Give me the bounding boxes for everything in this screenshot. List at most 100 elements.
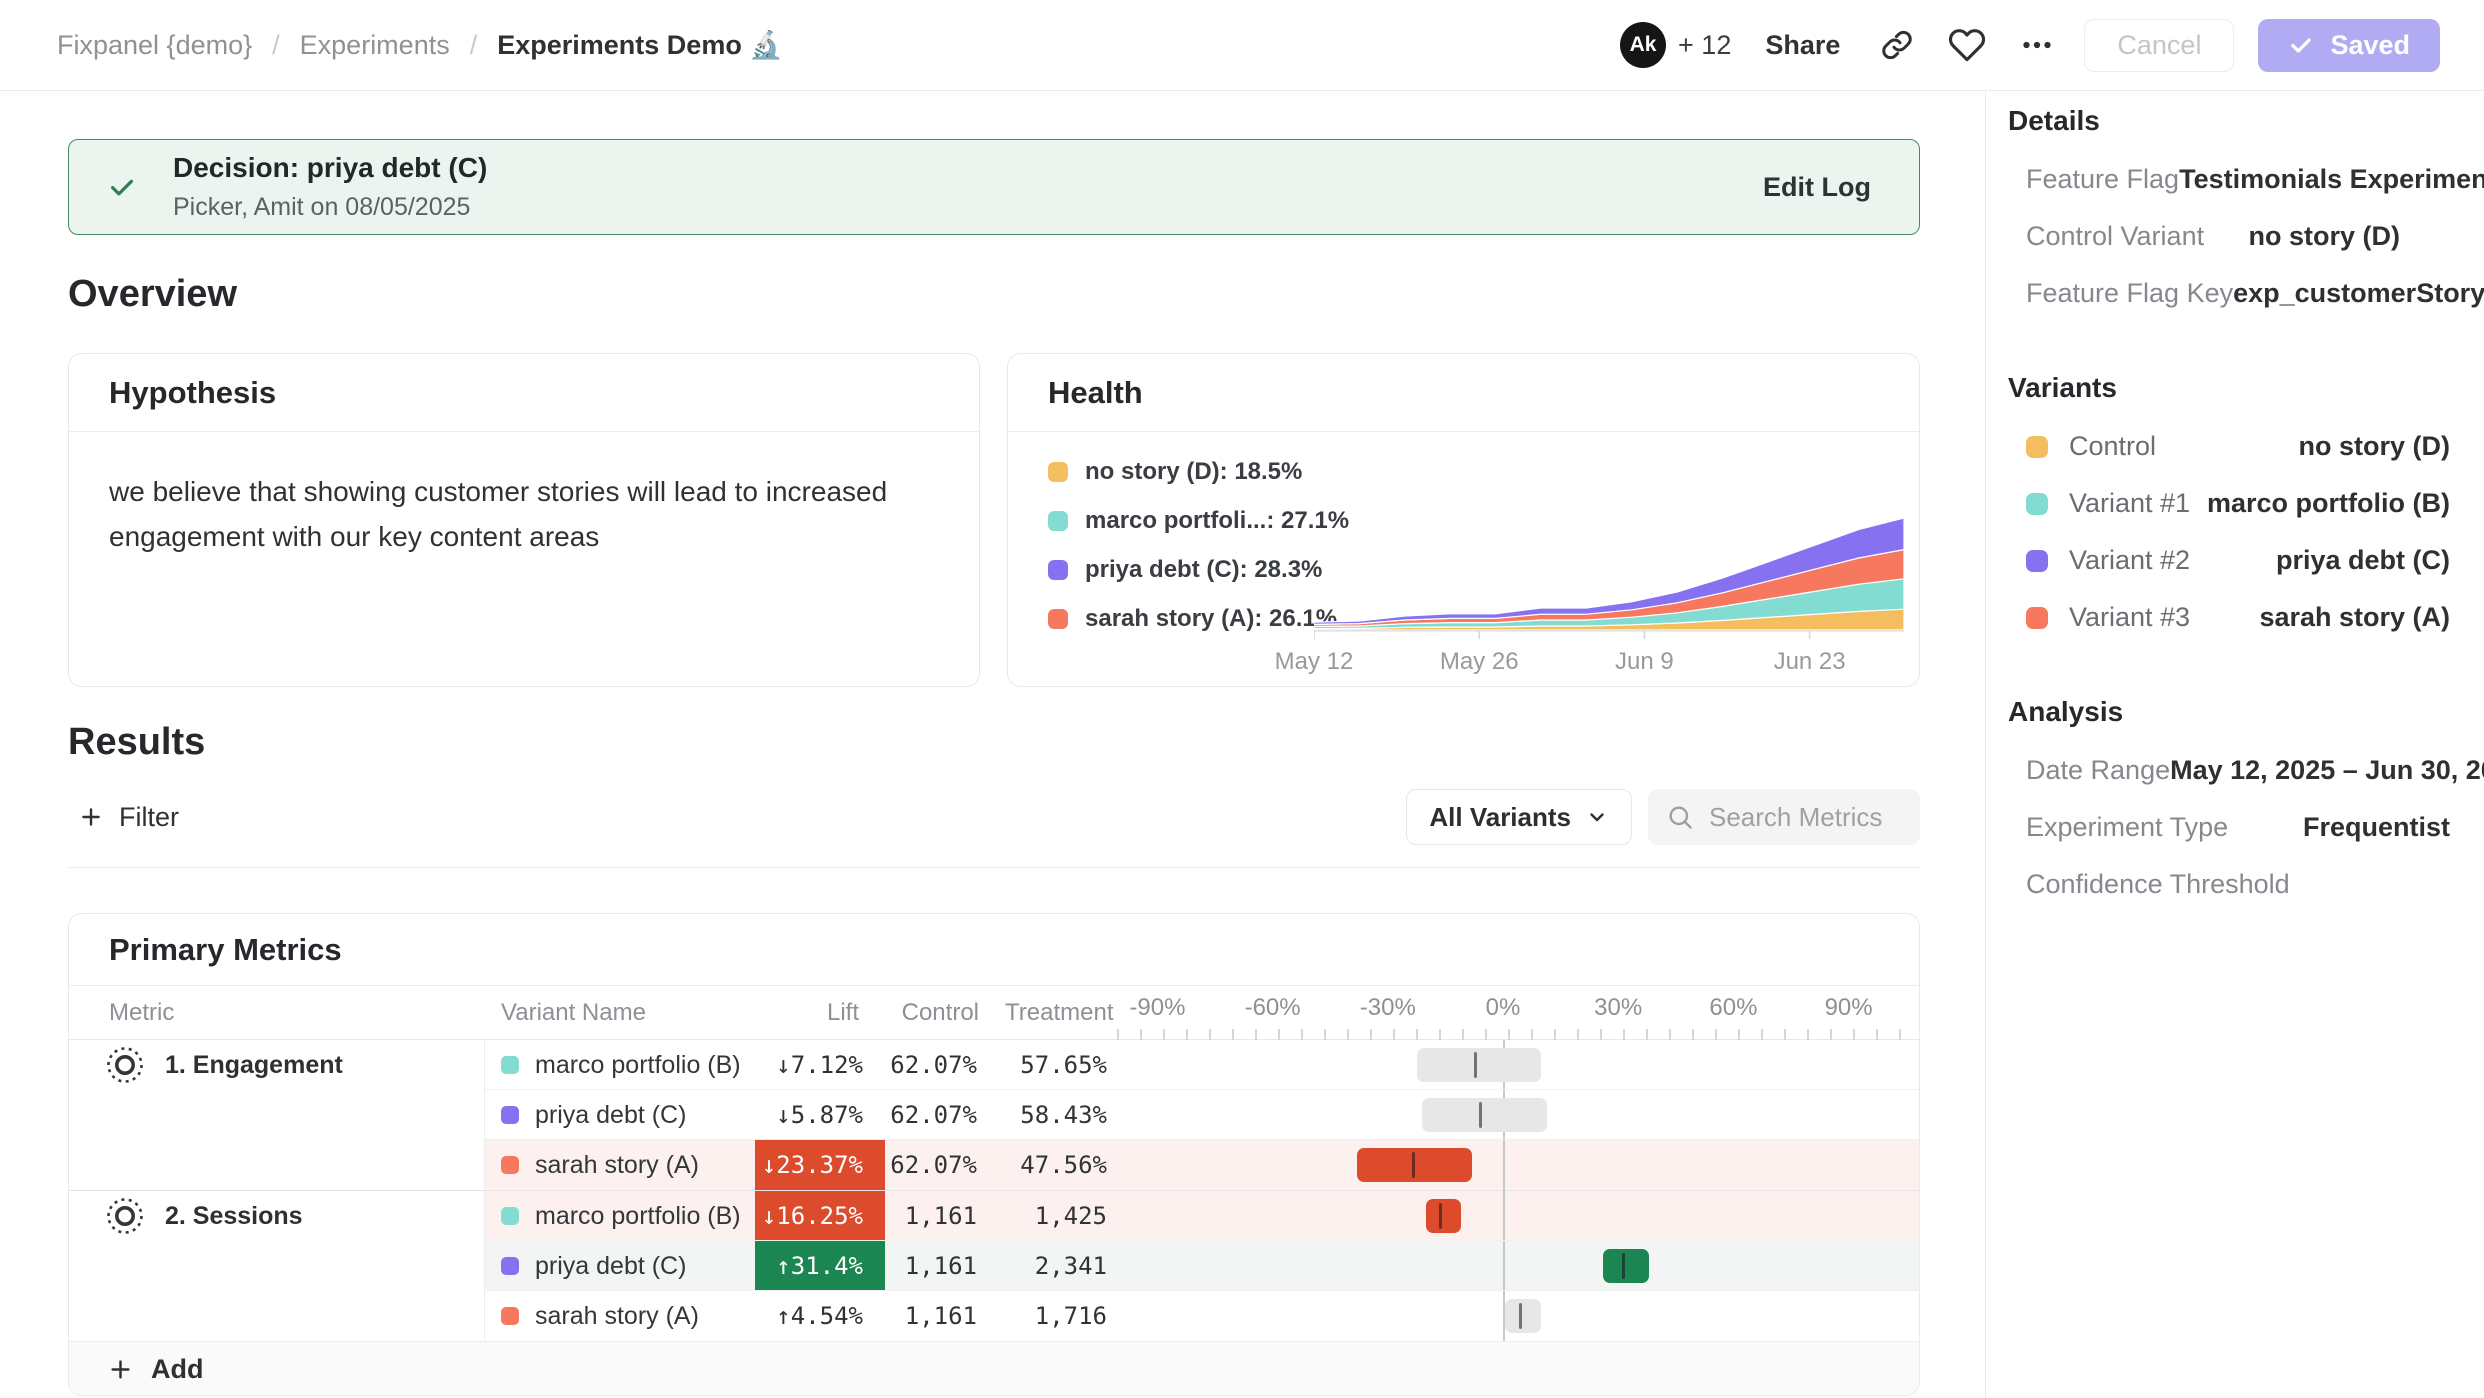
variant-swatch [501,1307,519,1325]
breadcrumb-current-page: Experiments Demo 🔬 [497,29,783,61]
row-divider [485,1139,1919,1140]
breadcrumb-app[interactable]: Fixpanel {demo} [57,30,252,61]
legend-label: priya debt (C): 28.3% [1085,556,1322,584]
column-header-control: Control [885,999,1005,1027]
saved-button[interactable]: Saved [2258,19,2440,72]
health-card: Health no story (D): 18.5% marco portfoli… [1007,353,1920,687]
variant-cell[interactable]: marco portfolio (B) [485,1191,755,1241]
cancel-button[interactable]: Cancel [2084,19,2234,72]
x-axis-label: May 26 [1440,648,1519,676]
legend-swatch [1048,511,1068,531]
detail-value[interactable]: exp_customerStory [2233,278,2484,309]
legend-swatch [1048,609,1068,629]
decision-subtitle: Picker, Amit on 08/05/2025 [173,193,487,222]
metric-name: 2. Sessions [165,1202,303,1231]
analysis-value: May 12, 2025 – Jun 30, 2025 [2170,755,2484,786]
variant-slot-label: Control [2069,431,2156,462]
metric-cell[interactable]: 2. Sessions [69,1191,484,1241]
variant-row: Variant #3sarah story (A) [1986,589,2484,646]
collaborators-count[interactable]: + 12 [1678,30,1731,61]
detail-label: Feature Flag Key [2026,278,2233,309]
lift-value: ↑4.54% [755,1291,885,1341]
row-divider [485,1240,1919,1241]
details-row: Feature FlagTestimonials Experiment [1986,151,2484,208]
legend-label: marco portfoli...: 27.1% [1085,507,1349,535]
column-header-variant: Variant Name [485,999,755,1027]
treatment-value: 57.65% [1005,1040,1135,1090]
add-filter-button[interactable]: Filter [68,802,189,833]
ci-axis: -90%-60%-30%0%30%60%90% [1135,986,1919,1040]
ci-chart-cell [1135,1191,1919,1241]
variants-heading: Variants [2008,372,2484,404]
x-axis-label: Jun 23 [1774,648,1846,676]
chevron-down-icon [1585,805,1609,829]
variant-name: marco portfolio (B) [535,1202,741,1231]
variant-slot-label: Variant #3 [2069,602,2190,633]
hypothesis-title: Hypothesis [69,354,979,432]
more-menu-icon[interactable] [2014,22,2060,68]
variant-row: Variant #2priya debt (C) [1986,532,2484,589]
copy-link-icon[interactable] [1874,22,1920,68]
variant-cell[interactable]: sarah story (A) [485,1291,755,1341]
edit-log-button[interactable]: Edit Log [1763,172,1871,203]
decision-title: Decision: priya debt (C) [173,152,487,184]
share-button[interactable]: Share [1755,30,1850,61]
add-label: Add [151,1354,203,1385]
analysis-label: Confidence Threshold [2026,869,2290,900]
legend-item: sarah story (A): 26.1% [1048,605,1349,633]
variant-cell[interactable]: priya debt (C) [485,1241,755,1291]
breadcrumb: Fixpanel {demo} / Experiments / Experime… [57,29,783,61]
lift-value: ↓5.87% [755,1090,885,1140]
axis-tick-label: -30% [1360,994,1416,1022]
point-estimate-marker [1479,1102,1482,1128]
divider [68,867,1920,868]
control-value: 1,161 [885,1241,1005,1291]
variants-rows: Controlno story (D)Variant #1marco portf… [1986,418,2484,646]
variant-cell[interactable]: priya debt (C) [485,1090,755,1140]
breadcrumb-experiments[interactable]: Experiments [300,30,450,61]
add-metric-button[interactable]: Add [69,1341,1919,1396]
avatar[interactable]: Ak [1620,22,1666,68]
health-title: Health [1008,354,1919,432]
metric-goal-icon [105,1196,145,1236]
hypothesis-card: Hypothesis we believe that showing custo… [68,353,980,687]
metric-cell[interactable]: 1. Engagement [69,1040,484,1090]
health-legend: no story (D): 18.5% marco portfoli...: 27… [1048,458,1349,633]
variant-cell[interactable]: marco portfolio (B) [485,1040,755,1090]
control-value: 62.07% [885,1140,1005,1190]
results-heading: Results [68,721,205,764]
variant-slot-label: Variant #2 [2069,545,2190,576]
treatment-value: 1,425 [1005,1191,1135,1241]
x-axis-label: May 12 [1275,648,1354,676]
ci-chart-cell [1135,1040,1919,1090]
decision-banner: Decision: priya debt (C) Picker, Amit on… [68,139,1920,235]
favorite-heart-icon[interactable] [1944,22,1990,68]
lift-value: ↓7.12% [755,1040,885,1090]
variant-value: no story (D) [2299,431,2451,462]
details-row: Control Variantno story (D) [1986,208,2484,265]
treatment-value: 2,341 [1005,1241,1135,1291]
plus-icon [78,804,104,830]
metrics-table-header: Metric Variant Name Lift Control Treatme… [69,986,1919,1040]
point-estimate-marker [1622,1253,1625,1279]
hypothesis-body: we believe that showing customer stories… [69,432,929,598]
legend-item: priya debt (C): 28.3% [1048,556,1349,584]
detail-label: Control Variant [2026,221,2204,252]
detail-label: Feature Flag [2026,164,2179,195]
breadcrumb-separator: / [470,30,478,61]
column-header-lift: Lift [755,999,885,1027]
detail-value[interactable]: Testimonials Experiment [2179,164,2484,195]
variant-cell[interactable]: sarah story (A) [485,1140,755,1190]
variant-value: marco portfolio (B) [2207,488,2450,519]
x-axis-label: Jun 9 [1615,648,1674,676]
axis-tick-label: 30% [1594,994,1642,1022]
breadcrumb-separator: / [272,30,280,61]
search-metrics-input[interactable] [1707,801,1902,834]
point-estimate-marker [1519,1303,1522,1329]
treatment-value: 58.43% [1005,1090,1135,1140]
variant-filter-dropdown[interactable]: All Variants [1406,789,1632,845]
top-header: Fixpanel {demo} / Experiments / Experime… [0,0,2484,91]
variant-swatch [2026,550,2048,572]
legend-item: no story (D): 18.5% [1048,458,1349,486]
plus-icon [107,1356,134,1383]
